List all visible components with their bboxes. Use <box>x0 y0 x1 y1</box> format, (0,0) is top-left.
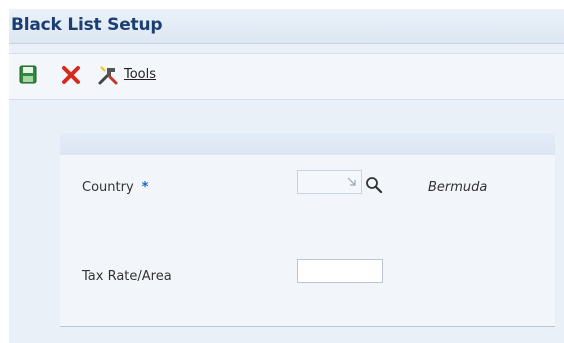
tax-rate-area-label: Tax Rate/Area <box>82 269 172 284</box>
tools-label: Tools <box>124 67 157 82</box>
close-icon[interactable] <box>60 64 82 86</box>
country-label-text: Country <box>82 180 134 195</box>
required-marker: * <box>141 180 149 195</box>
tools-menu[interactable]: Tools <box>124 67 156 82</box>
toolbar: Tools <box>9 53 564 100</box>
tax-rate-area-field[interactable] <box>297 259 383 283</box>
panel-header <box>60 133 555 155</box>
title-bar: Black List Setup <box>9 9 564 44</box>
save-icon[interactable] <box>17 64 39 86</box>
tools-icon[interactable] <box>97 64 119 86</box>
page-title: Black List Setup <box>11 15 163 35</box>
country-label: Country * <box>82 180 148 195</box>
panel-divider <box>60 326 555 327</box>
country-field[interactable] <box>297 170 362 194</box>
visual-assist-arrow-icon <box>347 177 356 186</box>
country-description: Bermuda <box>428 180 488 195</box>
search-icon[interactable] <box>365 176 383 194</box>
form-panel <box>60 133 555 326</box>
